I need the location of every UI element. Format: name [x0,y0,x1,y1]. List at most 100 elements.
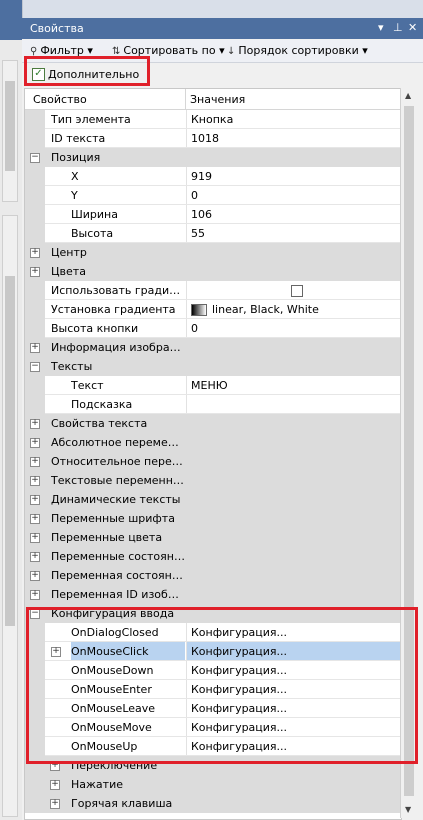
scroll-thumb[interactable] [5,81,15,171]
sort-az-icon: ↓ [227,46,236,57]
category-row[interactable]: + Переменные цвета [25,528,401,547]
scroll-down-icon[interactable]: ▼ [405,805,411,814]
property-value [186,471,401,490]
property-value[interactable]: 1018 [186,129,401,148]
property-row[interactable]: Подсказка [25,395,401,414]
dropdown-icon[interactable]: ▾ [378,21,384,34]
row-gutter [25,129,45,148]
category-row[interactable]: + Абсолютное перемещен... [25,433,401,452]
collapse-icon[interactable]: − [30,362,40,372]
expand-icon[interactable]: + [50,799,60,809]
scroll-thumb[interactable] [5,276,15,626]
property-row[interactable]: Высота 55 [25,224,401,243]
expand-icon[interactable]: + [30,590,40,600]
highlight-box-advanced [24,56,150,86]
property-value [186,547,401,566]
property-row[interactable]: Ширина 106 [25,205,401,224]
property-value[interactable]: 106 [186,205,401,224]
category-row[interactable]: + Переменная ID изображ... [25,585,401,604]
property-value[interactable]: 919 [186,167,401,186]
property-value[interactable]: 0 [186,319,401,338]
column-header-values: Значения [190,93,246,106]
property-name: X [71,170,79,183]
category-row[interactable]: + Центр [25,243,401,262]
expand-icon[interactable]: + [30,571,40,581]
category-row[interactable]: + Переменные шрифта [25,509,401,528]
close-icon[interactable]: ✕ [408,21,417,34]
property-name: Y [71,189,78,202]
property-name: Относительное переме... [51,455,185,468]
expand-icon[interactable]: + [30,267,40,277]
collapse-icon[interactable]: − [30,153,40,163]
left-scrollbar-top[interactable] [2,60,18,202]
property-value [186,414,401,433]
property-value [186,566,401,585]
scroll-up-icon[interactable]: ▲ [405,91,411,100]
row-gutter [25,376,45,395]
property-value [186,148,401,167]
property-row[interactable]: X 919 [25,167,401,186]
use-gradient-checkbox[interactable] [291,285,303,297]
property-value-text: Кнопка [191,113,234,126]
category-row[interactable]: + Нажатие [25,775,401,794]
expand-icon[interactable]: + [30,457,40,467]
property-value[interactable]: 0 [186,186,401,205]
expand-icon[interactable]: + [30,514,40,524]
row-gutter [25,110,45,129]
sort-order-button[interactable]: ↓ Порядок сортировки ▾ [227,44,368,57]
category-row[interactable]: + Горячая клавиша [25,794,401,813]
property-name: Ширина [71,208,118,221]
property-value[interactable]: Кнопка [186,110,401,129]
property-value[interactable]: МЕНЮ [186,376,401,395]
property-value [186,357,401,376]
expand-icon[interactable]: + [30,419,40,429]
pin-icon[interactable]: ⊥ [393,21,403,34]
property-value [186,775,401,794]
expand-icon[interactable]: + [30,495,40,505]
category-row[interactable]: + Переменная состояния... [25,566,401,585]
property-value[interactable]: linear, Black, White [186,300,401,319]
property-value[interactable] [186,395,401,414]
left-strip-header [0,0,22,40]
expand-icon[interactable]: + [30,533,40,543]
property-name: Высота кнопки [51,322,139,335]
category-row[interactable]: + Переменные состояний [25,547,401,566]
panel-titlebar: Свойства ▾ ⊥ ✕ [22,18,423,39]
category-row[interactable]: + Цвета [25,262,401,281]
category-row[interactable]: + Относительное переме... [25,452,401,471]
property-name: Переменная ID изображ... [51,588,185,601]
property-row[interactable]: ID текста 1018 [25,129,401,148]
property-value [186,338,401,357]
row-gutter [25,167,45,186]
property-name: Текст [71,379,104,392]
category-row[interactable]: + Свойства текста [25,414,401,433]
property-value [186,794,401,813]
expand-icon[interactable]: + [30,476,40,486]
property-value[interactable]: 55 [186,224,401,243]
property-row[interactable]: Установка градиента linear, Black, White [25,300,401,319]
category-row[interactable]: + Информация изображен... [25,338,401,357]
row-gutter [25,319,45,338]
column-separator[interactable] [185,89,186,109]
category-row[interactable]: + Текстовые переменные [25,471,401,490]
property-row[interactable]: Y0 [25,186,401,205]
property-name: Переменные шрифта [51,512,175,525]
property-name: Установка градиента [51,303,176,316]
property-row[interactable]: Тип элемента Кнопка [25,110,401,129]
left-scrollbar-bottom[interactable] [2,215,18,817]
property-name: Информация изображен... [51,341,185,354]
property-value[interactable] [186,281,401,300]
property-name: Тексты [51,360,93,373]
expand-icon[interactable]: + [30,552,40,562]
expand-icon[interactable]: + [30,343,40,353]
property-row[interactable]: Высота кнопки 0 [25,319,401,338]
category-row[interactable]: − Тексты [25,357,401,376]
expand-icon[interactable]: + [30,248,40,258]
category-row[interactable]: + Динамические тексты [25,490,401,509]
category-row[interactable]: − Позиция [25,148,401,167]
grid-header: Свойство Значения [25,89,401,110]
property-row[interactable]: Использовать градиен... [25,281,401,300]
property-row[interactable]: Текст МЕНЮ [25,376,401,395]
expand-icon[interactable]: + [50,780,60,790]
expand-icon[interactable]: + [30,438,40,448]
